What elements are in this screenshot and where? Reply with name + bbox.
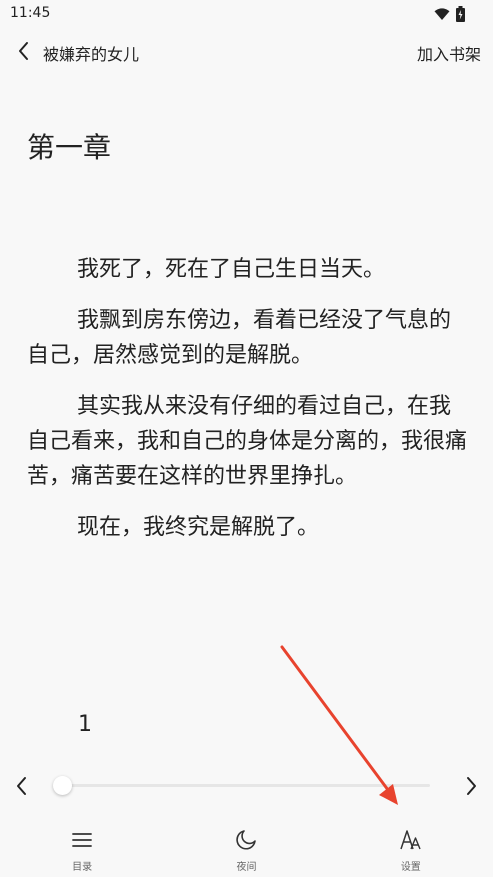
paragraph: 其实我从来没有仔细的看过自己，在我自己看来，我和自己的身体是分离的，我很痛苦，痛… [27,394,468,489]
battery-icon [456,6,465,22]
chapter-content: 我死了，死在了自己生日当天。 我飘到房东傍边，看着已经没了气息的自己，居然感觉到… [27,252,471,561]
settings-button[interactable]: 设置 [329,820,493,877]
font-settings-icon [400,830,421,850]
toc-label: 目录 [72,862,93,873]
page-number: 1 [78,712,92,737]
book-title: 被嫌弃的女儿 [43,45,140,64]
add-to-shelf-button[interactable]: 加入书架 [417,41,481,65]
bottom-toolbar: 目录 夜间 设置 [0,820,493,877]
wifi-icon [434,8,450,20]
chevron-right-icon[interactable] [461,773,481,799]
night-mode-button[interactable]: 夜间 [164,820,328,877]
progress-slider-thumb[interactable] [52,776,72,795]
settings-label: 设置 [400,862,421,873]
chevron-left-icon[interactable] [12,773,32,799]
chapter-progress [0,770,493,802]
chapter-title: 第一章 [27,131,112,164]
status-bar: 11:45 [0,0,493,28]
menu-icon [72,833,93,847]
toc-button[interactable]: 目录 [0,820,164,877]
app-bar: 被嫌弃的女儿 加入书架 [0,32,493,70]
status-icons [434,6,465,22]
paragraph: 现在，我终究是解脱了。 [77,515,320,540]
status-time: 11:45 [10,5,51,21]
paragraph: 我飘到房东傍边，看着已经没了气息的自己，居然感觉到的是解脱。 [27,308,452,368]
paragraph: 我死了，死在了自己生日当天。 [77,257,386,282]
progress-track[interactable] [52,776,430,795]
night-mode-label: 夜间 [236,862,257,873]
moon-icon [236,830,257,850]
back-icon[interactable] [14,39,34,63]
